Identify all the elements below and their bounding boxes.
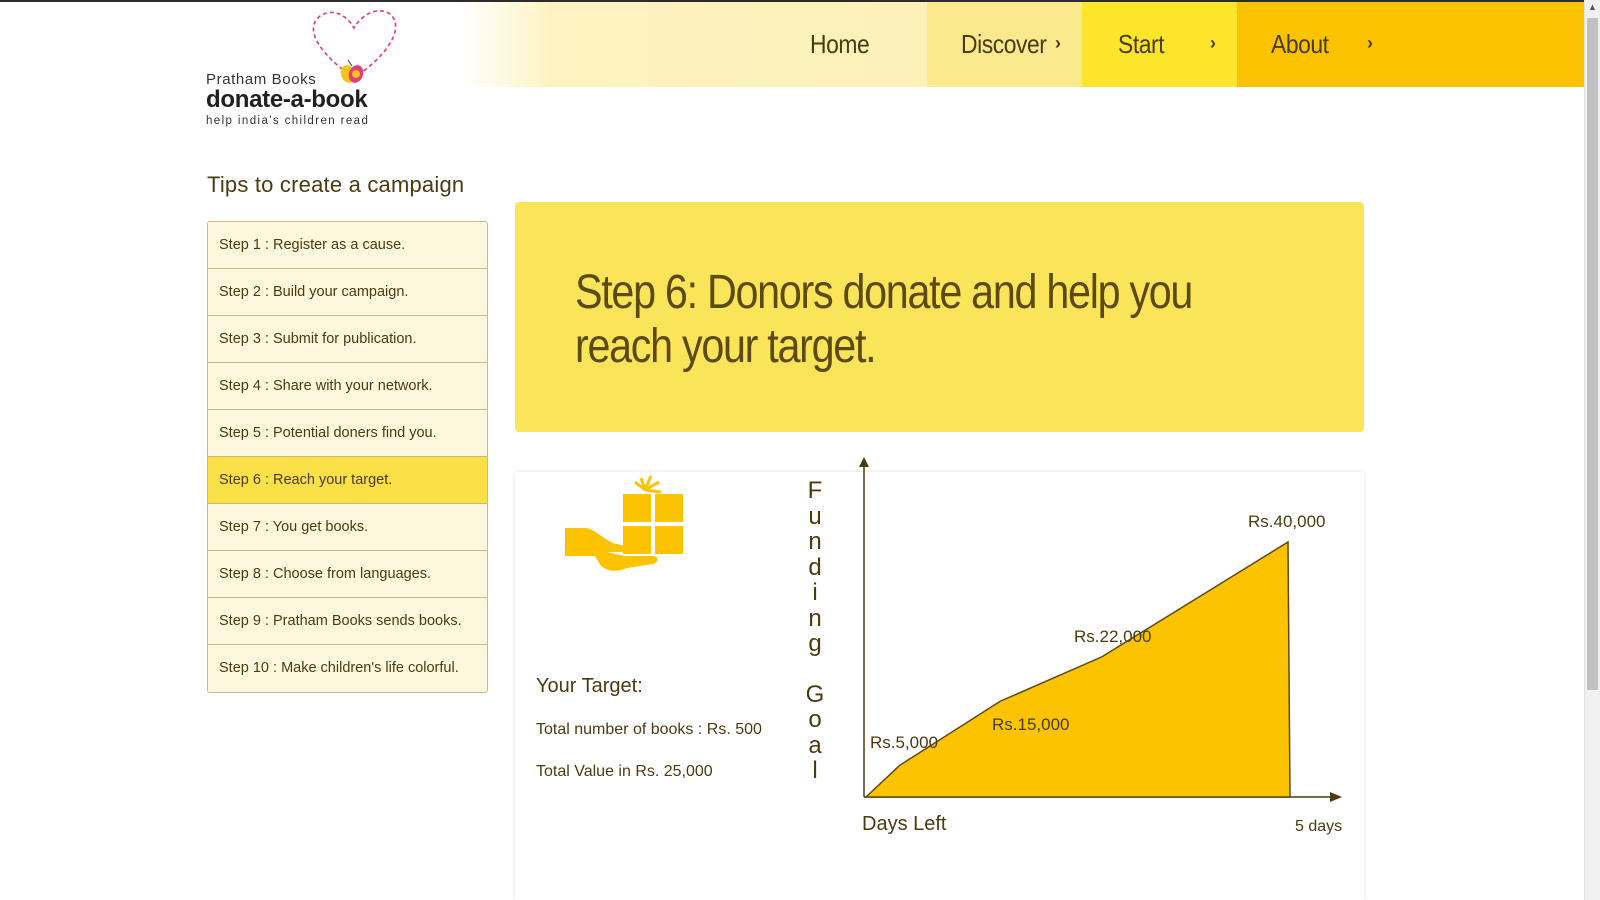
y-axis-title-letter: F [807, 477, 823, 504]
steps-list: Step 1 : Register as a cause. Step 2 : B… [207, 221, 488, 693]
chart-x-end-label: 5 days [1295, 818, 1343, 835]
sidebar-item-step-2[interactable]: Step 2 : Build your campaign. [208, 269, 487, 316]
nav-home[interactable]: Home [760, 2, 927, 87]
y-axis-title-letter: l [812, 757, 818, 784]
sidebar-item-step-4[interactable]: Step 4 : Share with your network. [208, 363, 487, 410]
sidebar-item-step-7[interactable]: Step 7 : You get books. [208, 504, 487, 551]
data-label: Rs.15,000 [992, 715, 1070, 735]
sidebar-item-step-3[interactable]: Step 3 : Submit for publication. [208, 316, 487, 363]
logo-tagline: help india's children read [206, 115, 370, 127]
nav-about[interactable]: About › [1237, 2, 1584, 87]
chevron-right-icon: › [1055, 33, 1061, 53]
nav-about-label: About [1271, 29, 1329, 59]
sidebar-item-step-1[interactable]: Step 1 : Register as a cause. [208, 222, 487, 269]
step-heading-text: Step 6: Donors donate and help you reach… [575, 266, 1193, 373]
chart-y-axis-title: FundingGoal [800, 478, 830, 784]
nav-discover-label: Discover [961, 29, 1047, 59]
y-axis-title-letter: n [808, 604, 822, 632]
chevron-right-icon: › [1367, 33, 1373, 53]
target-value: Total Value in Rs. 25,000 [536, 763, 713, 780]
sidebar-item-step-10[interactable]: Step 10 : Make children's life colorful. [208, 645, 487, 692]
scrollbar-thumb[interactable] [1587, 18, 1598, 690]
logo[interactable]: Pratham Books donate-a-book help india's… [204, 8, 404, 128]
logo-product: donate-a-book [206, 86, 368, 113]
y-axis-title-letter: G [805, 680, 825, 708]
chevron-right-icon: › [1210, 33, 1216, 53]
y-axis-title-letter: n [808, 528, 822, 555]
y-axis-title-letter: g [808, 630, 822, 657]
data-label: Rs.22,000 [1074, 626, 1152, 646]
y-axis-title-letter: d [808, 553, 822, 581]
step-heading: Step 6: Donors donate and help you reach… [575, 266, 1335, 374]
y-axis-title-letter: o [808, 706, 822, 733]
data-label: Rs.40,000 [1248, 512, 1326, 531]
y-axis-arrow-icon [859, 457, 869, 467]
nav-start-label: Start [1118, 29, 1165, 59]
nav-start[interactable]: Start › [1082, 2, 1237, 87]
gift-hand-icon [565, 475, 683, 571]
nav-home-label: Home [809, 29, 870, 59]
target-title: Your Target: [536, 675, 643, 697]
y-axis-title-letter: i [812, 579, 818, 606]
nav-discover[interactable]: Discover › [927, 2, 1082, 87]
y-axis-title-letter: u [808, 502, 822, 530]
chart-x-axis-title: Days Left [862, 813, 947, 835]
sidebar-item-step-5[interactable]: Step 5 : Potential doners find you. [208, 410, 487, 457]
sidebar-item-step-9[interactable]: Step 9 : Pratham Books sends books. [208, 598, 487, 645]
heart-butterfly-icon [312, 10, 397, 83]
scroll-up-icon[interactable]: ▲ [1588, 2, 1597, 12]
vertical-scrollbar[interactable]: ▲ [1584, 0, 1600, 900]
sidebar-item-step-6[interactable]: Step 6 : Reach your target. [208, 457, 487, 504]
x-axis-arrow-icon [1330, 792, 1342, 802]
y-axis-title-letter: a [808, 731, 822, 759]
step-banner: Step 6: Donors donate and help you reach… [515, 202, 1364, 432]
data-label: Rs.5,000 [870, 733, 939, 753]
funding-area [864, 540, 1291, 798]
sidebar-item-step-8[interactable]: Step 8 : Choose from languages. [208, 551, 487, 598]
target-books: Total number of books : Rs. 500 [536, 721, 762, 738]
sidebar-title: Tips to create a campaign [207, 172, 465, 197]
